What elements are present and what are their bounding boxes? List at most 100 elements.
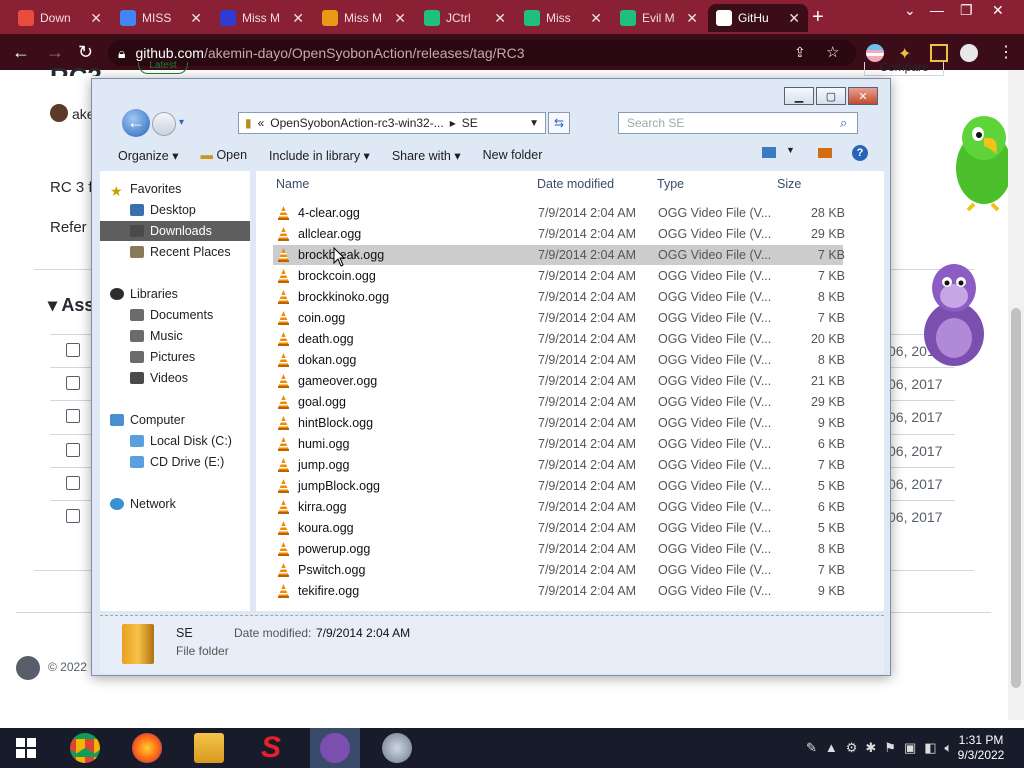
bonzi-taskbar-icon[interactable] — [320, 733, 350, 763]
tab-close-icon[interactable]: ✕ — [686, 10, 698, 27]
nav-documents[interactable]: Documents — [100, 305, 250, 325]
bookmark-star-icon[interactable]: ☆ — [826, 43, 839, 61]
nav-network[interactable]: Network — [110, 494, 260, 514]
breadcrumb-current[interactable]: SE — [462, 116, 478, 130]
file-row[interactable]: jump.ogg 7/9/2014 2:04 AM OGG Video File (… — [273, 455, 845, 475]
search-icon[interactable]: ⌕ — [840, 115, 847, 131]
tab-close-icon[interactable]: ✕ — [394, 10, 406, 27]
taskbar-clock[interactable]: 1:31 PM 9/3/2022 — [946, 733, 1016, 763]
share-icon[interactable]: ⇪ — [794, 44, 806, 61]
nav-music[interactable]: Music — [100, 326, 250, 346]
column-date-modified[interactable]: Date modified — [537, 177, 614, 191]
file-explorer-taskbar-icon[interactable] — [194, 733, 224, 763]
file-row[interactable]: tekifire.ogg 7/9/2014 2:04 AM OGG Video Fi… — [273, 581, 845, 601]
file-row[interactable]: dokan.ogg 7/9/2014 2:04 AM OGG Video File … — [273, 350, 845, 370]
file-row[interactable]: brockkinoko.ogg 7/9/2014 2:04 AM OGG Video… — [273, 287, 845, 307]
minimize-browser-button[interactable]: — — [930, 2, 944, 18]
nav-desktop[interactable]: Desktop — [100, 200, 250, 220]
close-browser-button[interactable]: ✕ — [992, 2, 1004, 19]
nav-downloads[interactable]: Downloads — [100, 221, 250, 241]
maximize-button[interactable]: ▢ — [816, 87, 846, 105]
bonzi-buddy-icon[interactable] — [912, 258, 996, 372]
file-row[interactable]: 4-clear.ogg 7/9/2014 2:04 AM OGG Video Fil… — [273, 203, 845, 223]
file-row[interactable]: gameover.ogg 7/9/2014 2:04 AM OGG Video Fi… — [273, 371, 845, 391]
file-row[interactable]: death.ogg 7/9/2014 2:04 AM OGG Video File … — [273, 329, 845, 349]
view-dropdown-icon[interactable]: ▼ — [786, 145, 795, 155]
nav-libraries[interactable]: Libraries — [110, 284, 260, 304]
file-row[interactable]: koura.ogg 7/9/2014 2:04 AM OGG Video File … — [273, 518, 845, 538]
address-dropdown-icon[interactable]: ▼ — [529, 118, 539, 129]
file-row[interactable]: allclear.ogg 7/9/2014 2:04 AM OGG Video Fi… — [273, 224, 845, 244]
file-row[interactable]: Pswitch.ogg 7/9/2014 2:04 AM OGG Video Fil… — [273, 560, 845, 580]
system-tray-icons[interactable]: ✎▲⚙✱⚑▣◧🔈︎ — [806, 740, 960, 756]
restore-browser-button[interactable]: ❐ — [960, 2, 973, 19]
author-avatar[interactable] — [50, 104, 68, 122]
nav-cd-drive[interactable]: CD Drive (E:) — [100, 452, 250, 472]
include-in-library-button[interactable]: Include in library ▾ — [269, 148, 370, 163]
address-bar[interactable]: 🔒︎ github.com/akemin-dayo/OpenSyobonActi… — [108, 40, 856, 66]
github-logo-icon[interactable] — [16, 656, 40, 680]
close-button[interactable]: ✕ — [848, 87, 878, 105]
page-scrollbar-thumb[interactable] — [1011, 308, 1021, 688]
browser-tab[interactable]: MISS ✕ — [112, 4, 210, 32]
back-arrow-icon[interactable]: ← — [122, 109, 150, 137]
preview-pane-icon[interactable] — [818, 148, 832, 158]
file-row[interactable]: brockcoin.ogg 7/9/2014 2:04 AM OGG Video F… — [273, 266, 845, 286]
tab-close-icon[interactable]: ✕ — [494, 10, 506, 27]
nav-recent-places[interactable]: Recent Places — [100, 242, 250, 262]
open-button[interactable]: ▬ Open — [200, 148, 247, 162]
browser-tab[interactable]: GitHu ✕ — [708, 4, 808, 32]
browser-tab[interactable]: Miss M ✕ — [212, 4, 312, 32]
back-icon[interactable]: ← — [12, 42, 30, 63]
firefox-taskbar-icon[interactable] — [132, 733, 162, 763]
file-row[interactable]: humi.ogg 7/9/2014 2:04 AM OGG Video File (… — [273, 434, 845, 454]
column-name[interactable]: Name — [276, 177, 309, 191]
organize-button[interactable]: Organize ▾ — [118, 148, 178, 163]
nav-pictures[interactable]: Pictures — [100, 347, 250, 367]
chrome-taskbar-icon[interactable] — [70, 733, 100, 763]
search-input[interactable]: Search SE — [618, 112, 858, 134]
breadcrumb-separator[interactable]: ▸ — [450, 116, 456, 130]
column-type[interactable]: Type — [657, 177, 684, 191]
tab-search-icon[interactable]: ⌄ — [904, 2, 916, 19]
browser-tab[interactable]: Down ✕ — [10, 4, 110, 32]
help-icon[interactable]: ? — [852, 145, 868, 161]
browser-tab[interactable]: Evil M ✕ — [612, 4, 706, 32]
assets-heading[interactable]: ▾ Ass — [48, 295, 94, 316]
forward-arrow-icon[interactable] — [152, 112, 176, 136]
file-row[interactable]: kirra.ogg 7/9/2014 2:04 AM OGG Video File … — [273, 497, 845, 517]
file-row[interactable]: goal.ogg 7/9/2014 2:04 AM OGG Video File (… — [273, 392, 845, 412]
recent-pages-chevron-icon[interactable]: ▾ — [179, 117, 184, 128]
browser-tab[interactable]: Miss ✕ — [516, 4, 610, 32]
file-row[interactable]: jumpBlock.ogg 7/9/2014 2:04 AM OGG Video F… — [273, 476, 845, 496]
share-with-button[interactable]: Share with ▾ — [392, 148, 461, 163]
breadcrumb-overflow[interactable]: « — [258, 116, 265, 130]
tab-close-icon[interactable]: ✕ — [90, 10, 102, 27]
compare-button[interactable]: Compare — [864, 61, 944, 76]
nav-favorites[interactable]: ★ Favorites — [110, 179, 260, 199]
column-size[interactable]: Size — [777, 177, 801, 191]
s-app-taskbar-icon[interactable]: S — [256, 733, 286, 763]
browser-menu-icon[interactable]: ⋮ — [998, 42, 1014, 62]
tab-close-icon[interactable]: ✕ — [190, 10, 202, 27]
view-options-icon[interactable] — [762, 147, 776, 158]
side-panel-icon[interactable] — [930, 44, 948, 62]
nav-computer[interactable]: Computer — [110, 410, 260, 430]
minimize-button[interactable]: ▁ — [784, 87, 814, 105]
account-avatar-icon[interactable] — [960, 44, 978, 62]
tab-close-icon[interactable]: ✕ — [590, 10, 602, 27]
file-row[interactable]: powerup.ogg 7/9/2014 2:04 AM OGG Video Fil… — [273, 539, 845, 559]
new-tab-button[interactable]: + — [812, 6, 824, 29]
file-row[interactable]: hintBlock.ogg 7/9/2014 2:04 AM OGG Video F… — [273, 413, 845, 433]
browser-tab[interactable]: Miss M ✕ — [314, 4, 414, 32]
file-row[interactable]: coin.ogg 7/9/2014 2:04 AM OGG Video File (… — [273, 308, 845, 328]
nav-videos[interactable]: Videos — [100, 368, 250, 388]
address-breadcrumb[interactable]: ▮ « OpenSyobonAction-rc3-win32-... ▸ SE … — [238, 112, 546, 134]
start-button[interactable] — [16, 738, 36, 758]
forward-icon[interactable]: → — [46, 42, 64, 63]
file-row[interactable]: brockbreak.ogg7/9/2014 2:04 AMOGG Video … — [273, 245, 845, 265]
flash-taskbar-icon[interactable] — [382, 733, 412, 763]
nav-local-disk[interactable]: Local Disk (C:) — [100, 431, 250, 451]
reload-icon[interactable]: ↻ — [78, 42, 93, 63]
tab-close-icon[interactable]: ✕ — [788, 10, 800, 27]
